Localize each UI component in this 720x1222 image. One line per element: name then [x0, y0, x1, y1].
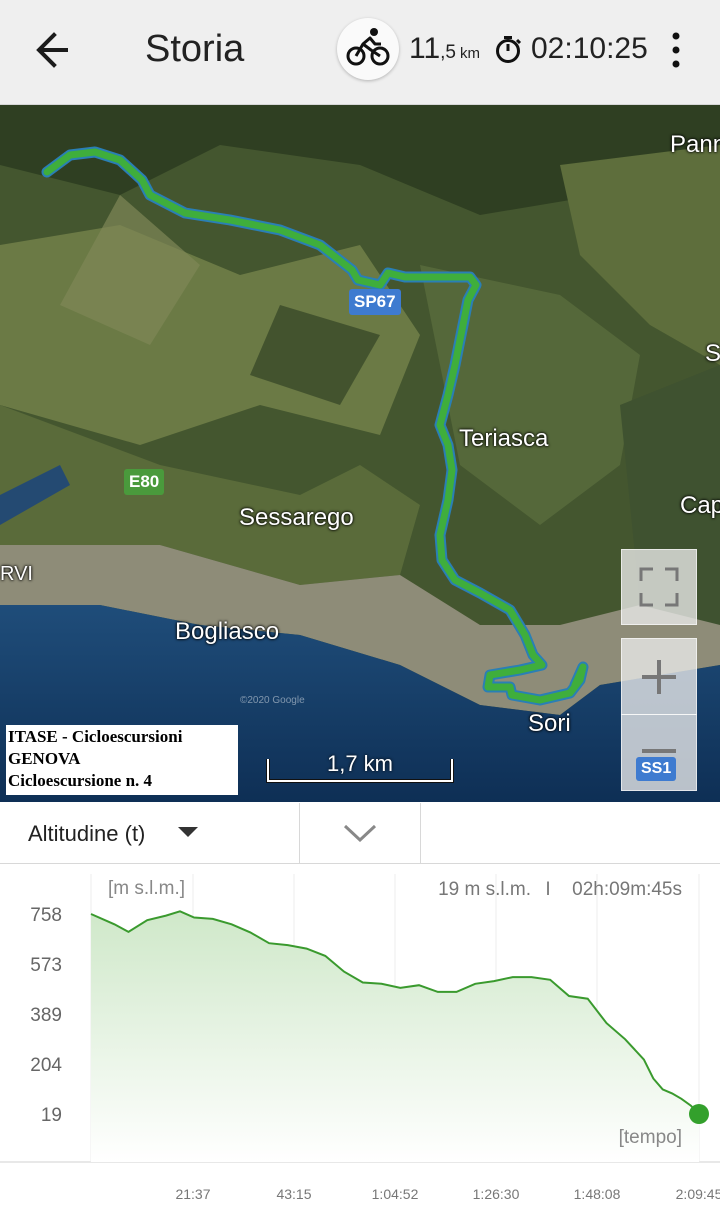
place-label: Bogliasco	[175, 618, 280, 645]
stopwatch-icon	[493, 34, 523, 64]
readout-separator: I	[545, 879, 550, 900]
distance-unit: km	[460, 45, 481, 62]
y-axis-unit-label: [m s.l.m.]	[108, 878, 185, 899]
top-app-bar: Storia 11,5 km 02:10:25	[0, 0, 720, 105]
readout-altitude: 19 m s.l.m.	[438, 879, 531, 900]
map-watermark: ©2020 Google	[240, 695, 305, 706]
y-tick-label: 204	[30, 1055, 62, 1076]
caption-line: Cicloescursione n. 4	[8, 771, 153, 790]
x-axis-tick-labels: 21:37 43:15 1:04:52 1:26:30 1:48:08 2:09:45	[175, 1186, 720, 1202]
x-tick-label: 1:48:08	[574, 1186, 621, 1202]
fullscreen-button[interactable]	[621, 549, 697, 625]
x-axis-unit-label: [tempo]	[619, 1127, 682, 1148]
y-tick-label: 389	[30, 1005, 62, 1026]
x-tick-label: 1:26:30	[473, 1186, 520, 1202]
altitude-chart[interactable]: [m s.l.m.] 19 m s.l.m. I 02h:09m:45s [te…	[0, 864, 720, 1217]
page-title: Storia	[145, 28, 245, 70]
zoom-out-button[interactable]: SS1	[621, 714, 697, 791]
place-label: Cap	[680, 492, 720, 519]
y-axis-tick-labels: 758 573 389 204 19	[30, 905, 62, 1126]
zoom-in-button[interactable]	[621, 638, 697, 715]
duration-readout: 02:10:25	[531, 32, 648, 65]
x-tick-label: 21:37	[175, 1186, 210, 1202]
x-tick-label: 43:15	[276, 1186, 311, 1202]
x-tick-label: 1:04:52	[372, 1186, 419, 1202]
more-vert-icon[interactable]	[664, 30, 688, 70]
y-tick-label: 573	[30, 955, 62, 976]
distance-decimal: ,5	[440, 42, 457, 63]
route-track	[41, 146, 589, 706]
metric-dropdown-label: Altitudine (t)	[28, 821, 146, 846]
place-label: Sessarego	[239, 504, 354, 531]
y-tick-label: 19	[41, 1105, 62, 1126]
x-tick-label: 2:09:45	[676, 1186, 720, 1202]
bicycle-icon	[346, 28, 390, 66]
place-label: S	[705, 340, 720, 367]
road-shield: E80	[124, 469, 165, 495]
plus-icon	[642, 660, 676, 694]
activity-type-button[interactable]	[337, 18, 399, 80]
road-shield: SP67	[349, 289, 401, 315]
y-tick-label: 758	[30, 905, 62, 926]
place-label: RVI	[0, 563, 33, 585]
current-position-marker	[689, 1104, 709, 1124]
place-label: Sori	[528, 710, 571, 737]
collapse-toggle[interactable]	[300, 803, 421, 863]
caption-line: GENOVA	[8, 749, 81, 768]
chart-selector-row: Altitudine (t)	[0, 803, 720, 864]
distance-main: 11	[409, 32, 441, 65]
place-label: Pann	[670, 131, 720, 158]
fullscreen-icon	[639, 567, 679, 607]
place-label: Teriasca	[459, 425, 549, 452]
satellite-map[interactable]: Teriasca Sessarego Bogliasco Sori RVI Pa…	[0, 105, 720, 802]
back-arrow-icon[interactable]	[32, 30, 80, 70]
dropdown-triangle-icon	[178, 827, 198, 837]
distance-readout: 11,5 km	[409, 32, 480, 66]
scale-label: 1,7 km	[326, 751, 394, 776]
readout-time: 02h:09m:45s	[572, 879, 682, 900]
caption-box: ITASE - Cicloescursioni GENOVA Cicloescu…	[6, 725, 238, 795]
chevron-down-icon	[343, 824, 377, 842]
caption-line: ITASE - Cicloescursioni	[8, 727, 183, 746]
altitude-chart-svg: [m s.l.m.] 19 m s.l.m. I 02h:09m:45s [te…	[0, 874, 720, 1202]
road-shield: SS1	[636, 757, 677, 781]
metric-dropdown[interactable]: Altitudine (t)	[0, 803, 300, 863]
